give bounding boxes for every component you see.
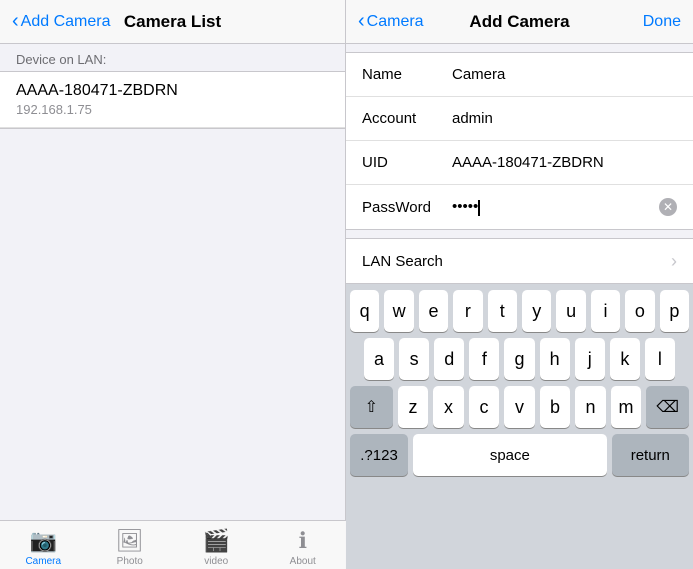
keyboard-row-3: ⇧ z x c v b n m ⌫ (350, 386, 689, 428)
lan-label: LAN Search (362, 253, 671, 270)
device-item[interactable]: AAAA-180471-ZBDRN 192.168.1.75 (0, 72, 345, 128)
left-nav-bar: ‹ Add Camera Camera List (0, 0, 345, 44)
video-tab-icon: 🎬 (203, 528, 230, 554)
form-section: Name Camera Account admin UID AAAA-18047… (346, 52, 693, 230)
key-space[interactable]: space (413, 434, 607, 476)
tab-camera[interactable]: 📷 Camera (0, 524, 87, 567)
right-back-label: Camera (367, 13, 424, 31)
form-value-uid[interactable]: AAAA-180471-ZBDRN (452, 154, 677, 171)
key-special[interactable]: .?123 (350, 434, 408, 476)
form-label-uid: UID (362, 154, 452, 171)
key-n[interactable]: n (575, 386, 606, 428)
section-header: Device on LAN: (0, 44, 345, 71)
key-w[interactable]: w (384, 290, 413, 332)
device-list: AAAA-180471-ZBDRN 192.168.1.75 (0, 71, 345, 129)
tab-video[interactable]: 🎬 video (173, 524, 260, 567)
keyboard-row-1: q w e r t y u i o p (350, 290, 689, 332)
form-value-password[interactable]: ••••• (452, 198, 659, 215)
right-back-button[interactable]: ‹ Camera (358, 10, 424, 33)
left-back-button[interactable]: ‹ Add Camera (12, 10, 111, 33)
key-r[interactable]: r (453, 290, 482, 332)
left-tab-bar: 📷 Camera 🖼 Photo 🎬 video ℹ About (0, 520, 346, 569)
lan-chevron-icon: › (671, 251, 677, 272)
left-back-label: Add Camera (21, 13, 111, 31)
tab-photo[interactable]: 🖼 Photo (87, 524, 174, 567)
left-chevron-icon: ‹ (12, 10, 19, 33)
key-v[interactable]: v (504, 386, 535, 428)
video-tab-label: video (204, 556, 228, 567)
key-j[interactable]: j (575, 338, 605, 380)
key-c[interactable]: c (469, 386, 500, 428)
keyboard: q w e r t y u i o p a s d f g h j k l ⇧ … (346, 284, 693, 569)
key-z[interactable]: z (398, 386, 429, 428)
tab-about[interactable]: ℹ About (260, 524, 347, 567)
key-i[interactable]: i (591, 290, 620, 332)
left-nav-title: Camera List (124, 12, 221, 32)
photo-tab-icon: 🖼 (116, 528, 144, 554)
lan-row[interactable]: LAN Search › (346, 239, 693, 283)
key-d[interactable]: d (434, 338, 464, 380)
keyboard-row-2: a s d f g h j k l (350, 338, 689, 380)
key-q[interactable]: q (350, 290, 379, 332)
key-return[interactable]: return (612, 434, 689, 476)
key-y[interactable]: y (522, 290, 551, 332)
right-nav-bar: ‹ Camera Add Camera Done (346, 0, 693, 44)
done-button[interactable]: Done (643, 13, 681, 31)
key-s[interactable]: s (399, 338, 429, 380)
shift-key[interactable]: ⇧ (350, 386, 393, 428)
form-label-password: PassWord (362, 199, 452, 216)
key-k[interactable]: k (610, 338, 640, 380)
form-value-account[interactable]: admin (452, 110, 677, 127)
device-ip: 192.168.1.75 (16, 102, 329, 117)
key-m[interactable]: m (611, 386, 642, 428)
left-panel: ‹ Add Camera Camera List Device on LAN: … (0, 0, 346, 569)
key-x[interactable]: x (433, 386, 464, 428)
key-p[interactable]: p (660, 290, 689, 332)
right-nav-title: Add Camera (469, 12, 569, 32)
key-t[interactable]: t (488, 290, 517, 332)
key-b[interactable]: b (540, 386, 571, 428)
form-value-name[interactable]: Camera (452, 66, 677, 83)
form-label-name: Name (362, 66, 452, 83)
right-chevron-icon: ‹ (358, 10, 365, 33)
cursor (478, 200, 480, 216)
camera-tab-label: Camera (25, 556, 61, 567)
key-e[interactable]: e (419, 290, 448, 332)
right-panel: ‹ Camera Add Camera Done Name Camera Acc… (346, 0, 693, 569)
photo-tab-label: Photo (117, 556, 143, 567)
device-name: AAAA-180471-ZBDRN (16, 82, 329, 100)
about-tab-icon: ℹ (299, 528, 307, 554)
key-f[interactable]: f (469, 338, 499, 380)
about-tab-label: About (290, 556, 316, 567)
key-o[interactable]: o (625, 290, 654, 332)
form-row-account: Account admin (346, 97, 693, 141)
key-l[interactable]: l (645, 338, 675, 380)
form-label-account: Account (362, 110, 452, 127)
camera-tab-icon: 📷 (30, 528, 57, 554)
keyboard-row-4: .?123 space return (350, 434, 689, 476)
key-u[interactable]: u (556, 290, 585, 332)
key-a[interactable]: a (364, 338, 394, 380)
form-row-uid: UID AAAA-180471-ZBDRN (346, 141, 693, 185)
key-h[interactable]: h (540, 338, 570, 380)
password-dots: ••••• (452, 198, 478, 215)
lan-search-section: LAN Search › (346, 238, 693, 284)
form-row-password: PassWord ••••• ✕ (346, 185, 693, 229)
form-row-name: Name Camera (346, 53, 693, 97)
clear-button[interactable]: ✕ (659, 198, 677, 216)
key-g[interactable]: g (504, 338, 534, 380)
delete-key[interactable]: ⌫ (646, 386, 689, 428)
